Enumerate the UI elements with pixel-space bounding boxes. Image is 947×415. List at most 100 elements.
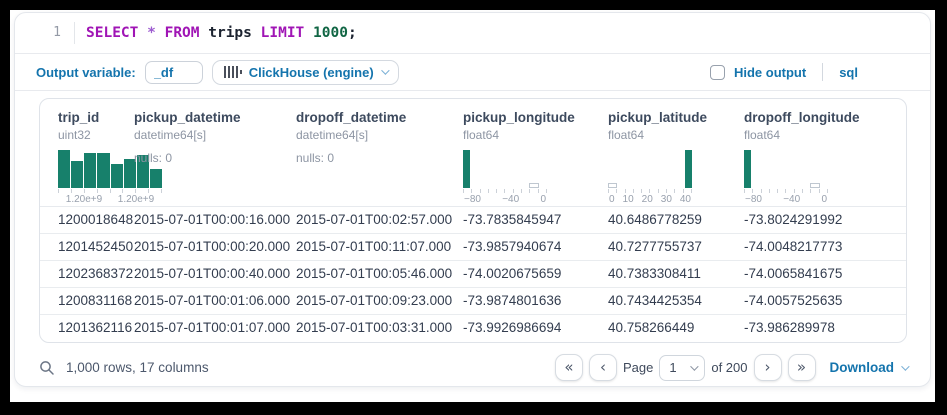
table-cell: 1200831168 — [40, 288, 134, 314]
sql-token-keyword: SELECT — [86, 25, 138, 41]
column-nulls: nulls: 0 — [134, 151, 296, 165]
column-header-pickup_longitude: pickup_longitude float64 −80 −40 0 — [463, 110, 608, 206]
table-header-row: trip_iduint321.20e+91.20e+9pickup_dateti… — [40, 99, 906, 207]
histogram-axis-label: 10 — [623, 194, 634, 206]
hide-output-label[interactable]: Hide output — [734, 65, 806, 80]
column-dtype: float64 — [608, 128, 744, 142]
sql-token-number: 1000 — [313, 25, 348, 41]
table-cell: -74.0048217773 — [744, 234, 894, 260]
column-header-dropoff_datetime: dropoff_datetime datetime64[s] nulls: 0 — [296, 110, 463, 206]
column-name[interactable]: pickup_latitude — [608, 110, 744, 125]
column-name[interactable]: dropoff_longitude — [744, 110, 894, 125]
line-number: 1 — [15, 22, 75, 44]
language-badge: sql — [839, 65, 858, 80]
table-cell: -73.7835845947 — [463, 207, 608, 233]
column-name[interactable]: pickup_datetime — [134, 110, 296, 125]
histogram-axis-label: 20 — [642, 194, 653, 206]
sql-cell-card: 1 SELECT * FROM trips LIMIT 1000; Output… — [14, 12, 931, 387]
total-pages-label: of 200 — [711, 360, 747, 375]
sql-token-plain: trips — [200, 25, 261, 41]
column-name[interactable]: pickup_longitude — [463, 110, 608, 125]
histogram-axis-label: 30 — [661, 194, 672, 206]
column-name[interactable]: trip_id — [58, 110, 134, 125]
column-name[interactable]: dropoff_datetime — [296, 110, 463, 125]
toolbar-divider — [822, 63, 823, 81]
histogram-axis-label: 40 — [680, 194, 691, 206]
prev-page-button[interactable]: ‹ — [589, 354, 617, 381]
output-variable-input[interactable] — [145, 61, 203, 84]
column-dtype: float64 — [463, 128, 608, 142]
table-cell: 2015-07-01T00:11:07.000 — [296, 234, 463, 260]
table-cell: 2015-07-01T00:05:46.000 — [296, 261, 463, 287]
table-row[interactable]: 12014524502015-07-01T00:00:20.0002015-07… — [40, 234, 906, 261]
notebook-page: 1 SELECT * FROM trips LIMIT 1000; Output… — [10, 10, 935, 402]
histogram-bar — [84, 153, 96, 188]
table-row[interactable]: 12008311682015-07-01T00:01:06.0002015-07… — [40, 288, 906, 315]
page-number-value: 1 — [669, 360, 676, 375]
histogram-bar — [97, 153, 109, 188]
column-dtype: datetime64[s] — [296, 128, 463, 142]
table-cell: -73.9857940674 — [463, 234, 608, 260]
download-menu[interactable]: Download — [830, 360, 908, 375]
histogram-axis-label: −40 — [502, 194, 519, 206]
chevron-down-icon — [381, 66, 389, 74]
engine-label: ClickHouse (engine) — [249, 65, 374, 80]
table-cell: 2015-07-01T00:01:07.000 — [134, 315, 296, 342]
table-cell: 2015-07-01T00:09:23.000 — [296, 288, 463, 314]
table-cell: 2015-07-01T00:00:16.000 — [134, 207, 296, 233]
column-header-dropoff_longitude: dropoff_longitudefloat64−80−400 — [744, 110, 894, 206]
column-nulls: nulls: 0 — [296, 151, 463, 165]
first-page-button[interactable]: « — [555, 354, 583, 381]
table-row[interactable]: 12023683722015-07-01T00:00:40.0002015-07… — [40, 261, 906, 288]
table-cell: 2015-07-01T00:00:40.000 — [134, 261, 296, 287]
pagination: « ‹ Page 1 of 200 › » Download — [555, 354, 907, 381]
histogram-axis-label: 1.20e+9 — [66, 194, 102, 206]
table-row[interactable]: 12000186482015-07-01T00:00:16.0002015-07… — [40, 207, 906, 234]
histogram-bar — [744, 150, 751, 188]
column-histogram: −80 −40 0 — [463, 150, 547, 206]
table-footer: 1,000 rows, 17 columns « ‹ Page 1 of 200… — [15, 343, 930, 381]
histogram-bar — [608, 183, 617, 188]
table-cell: 1202368372 — [40, 261, 134, 287]
column-histogram: −80−400 — [744, 150, 828, 206]
table-row[interactable]: 12013621162015-07-01T00:01:07.0002015-07… — [40, 315, 906, 342]
table-cell: 2015-07-01T00:00:20.000 — [134, 234, 296, 260]
hide-output-checkbox[interactable] — [710, 65, 725, 80]
column-header-trip_id: trip_iduint321.20e+91.20e+9 — [40, 110, 134, 206]
page-number-select[interactable]: 1 — [659, 355, 705, 381]
table-cell: 2015-07-01T00:03:31.000 — [296, 315, 463, 342]
histogram-axis-label: −80 — [464, 194, 481, 206]
chevron-down-icon — [901, 362, 909, 370]
histogram-bar — [111, 164, 123, 188]
sql-token-star: * — [147, 25, 156, 41]
chevron-down-icon — [691, 362, 699, 370]
table-cell: -73.9926986694 — [463, 315, 608, 342]
next-page-button[interactable]: › — [754, 354, 782, 381]
histogram-axis-label: 0 — [609, 194, 615, 206]
sql-editor[interactable]: 1 SELECT * FROM trips LIMIT 1000; — [15, 13, 930, 54]
sql-code-line[interactable]: SELECT * FROM trips LIMIT 1000; — [75, 25, 357, 41]
column-dtype: uint32 — [58, 128, 134, 142]
histogram-bar — [463, 150, 470, 188]
histogram-axis-label: 0 — [540, 194, 546, 206]
column-header-pickup_datetime: pickup_datetimedatetime64[s]nulls: 0 — [134, 110, 296, 206]
histogram-bar — [58, 150, 70, 188]
engine-selector-button[interactable]: ClickHouse (engine) — [212, 60, 399, 85]
table-cell: -74.0020675659 — [463, 261, 608, 287]
table-cell: 1201362116 — [40, 315, 134, 342]
sql-token-plain — [156, 25, 165, 41]
histogram-bar — [685, 150, 692, 188]
output-variable-label: Output variable: — [36, 65, 136, 80]
sql-token-plain: ; — [348, 25, 357, 41]
column-header-pickup_latitude: pickup_latitude float64 0 10 20 30 40 — [608, 110, 744, 206]
last-page-button[interactable]: » — [788, 354, 816, 381]
search-icon[interactable] — [39, 360, 55, 376]
table-cell: -74.0065841675 — [744, 261, 894, 287]
dataframe-table: trip_iduint321.20e+91.20e+9pickup_dateti… — [39, 98, 907, 343]
row-column-summary: 1,000 rows, 17 columns — [66, 360, 209, 375]
table-cell: 2015-07-01T00:02:57.000 — [296, 207, 463, 233]
cell-output: trip_iduint321.20e+91.20e+9pickup_dateti… — [15, 91, 930, 343]
sql-token-keyword: LIMIT — [261, 25, 305, 41]
histogram-axis-label: −40 — [783, 194, 800, 206]
sql-token-plain — [138, 25, 147, 41]
